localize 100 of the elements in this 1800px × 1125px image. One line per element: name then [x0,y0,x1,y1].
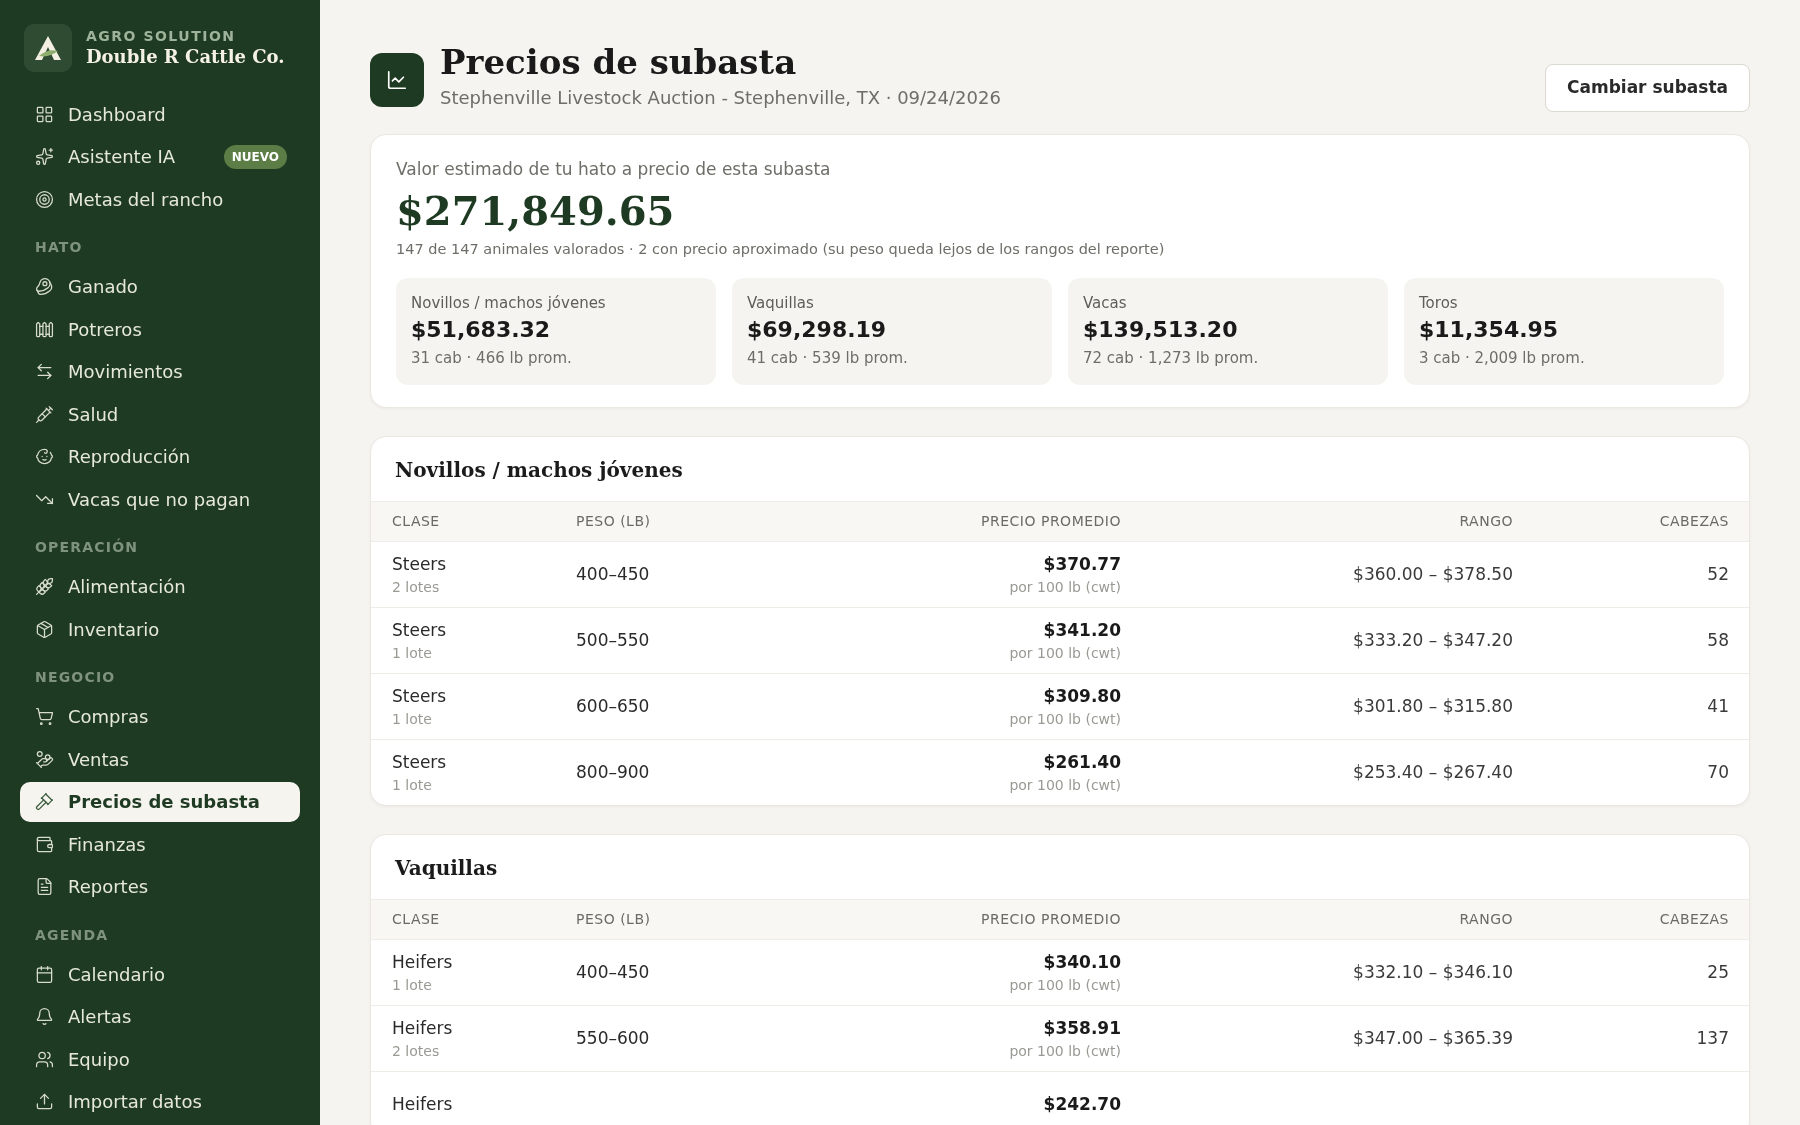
class-cell-text: Steers [392,684,448,708]
arrows-icon [35,362,54,381]
nav-item[interactable]: Importar datos [20,1081,300,1122]
meat-icon [35,277,54,296]
change-auction-button[interactable]: Cambiar subasta [1545,64,1750,112]
nav-item[interactable]: Movimientos [20,351,300,392]
weight-cell-text: 400–450 [576,961,651,984]
column-header: PESO (LB) [576,512,652,532]
category-value: $51,683.32 [411,315,552,344]
table-title: Novillos / machos jóvenes [394,457,684,485]
nav-item[interactable]: Alertas [20,996,300,1037]
unit-cell-text: por 100 lb (cwt) [1009,1042,1121,1061]
category-name: Toros [1419,293,1459,315]
hand-coins-icon [35,749,54,769]
category-name: Vaquillas [747,293,815,315]
nav-item[interactable]: Reproducción [20,436,300,477]
lots-cell-text: 1 lote [392,644,433,663]
lots-cell-text: 2 lotes [392,578,441,597]
weight-cell-text: 800–900 [576,761,651,784]
head-count-cell-text: 52 [1707,563,1729,586]
range-cell-text: $332.10 – $346.10 [1353,961,1513,984]
column-header: PESO (LB) [576,910,652,930]
class-cell-text: Steers [392,552,448,576]
nav-item[interactable]: Reportes [20,866,300,907]
wallet-icon [35,834,54,854]
gavel-icon [35,792,54,811]
price-cell-text: $309.80 [1043,684,1121,708]
category-value: $69,298.19 [747,315,888,344]
target-icon [35,189,54,209]
unit-cell-text: por 100 lb (cwt) [1009,578,1121,597]
nav-item[interactable]: Inventario [20,609,300,649]
head-count-cell-text: 58 [1707,629,1729,652]
nav-item[interactable]: Metas del rancho [20,179,300,219]
section-label: OPERACIÓN [34,537,140,557]
range-cell-text: $360.00 – $378.50 [1353,563,1513,586]
category-value: $139,513.20 [1083,315,1239,344]
nav-item[interactable]: Vacas que no pagan [20,479,300,519]
bell-icon [35,1007,54,1026]
category-detail: 41 cab · 539 lb prom. [747,347,909,369]
category-detail: 72 cab · 1,273 lb prom. [1083,347,1260,369]
nav-item[interactable]: Calendario [20,954,300,994]
summary-label: Valor estimado de tu hato a precio de esta subasta [396,158,832,181]
range-cell-text: $333.20 – $347.20 [1353,629,1513,652]
column-header: CABEZAS [1659,910,1729,930]
class-cell-text: Heifers [392,1093,454,1116]
price-cell-text: $370.77 [1043,552,1121,576]
column-header: PRECIO PROMEDIO [981,910,1121,930]
nav-item[interactable]: Compras [20,696,300,737]
class-cell-text: Heifers [392,1016,454,1040]
column-header: RANGO [1459,512,1513,532]
column-header: CLASE [392,512,441,532]
category-name: Novillos / machos jóvenes [411,293,607,315]
upload-icon [35,1092,54,1111]
category-detail: 31 cab · 466 lb prom. [411,347,573,369]
box-icon [35,619,54,639]
column-header: CABEZAS [1659,512,1729,532]
nav-item[interactable]: Alimentación [20,566,300,607]
face-icon [35,447,54,466]
unit-cell-text: por 100 lb (cwt) [1009,776,1121,795]
column-header: PRECIO PROMEDIO [981,512,1121,532]
lots-cell-text: 1 lote [392,776,433,795]
price-cell-text: $358.91 [1043,1016,1121,1040]
unit-cell-text: por 100 lb (cwt) [1009,976,1121,995]
section-label: HATO [34,238,84,257]
range-cell-text: $347.00 – $365.39 [1353,1027,1513,1050]
nav-item[interactable]: Finanzas [20,824,300,864]
section-label: NEGOCIO [34,668,117,687]
price-cell-text: $261.40 [1043,750,1121,774]
fence-icon [35,319,54,339]
head-count-cell-text: 25 [1707,961,1729,984]
new-badge: NUEVO [223,144,287,169]
weight-cell-text: 600–650 [576,695,651,718]
logo-icon [24,24,72,72]
unit-cell-text: por 100 lb (cwt) [1009,710,1121,729]
category-detail: 3 cab · 2,009 lb prom. [1419,347,1586,369]
users-icon [35,1049,54,1069]
lots-cell-text: 1 lote [392,710,433,729]
nav-item[interactable]: Asistente IA NUEVO [20,136,300,177]
grid-icon [35,104,54,124]
class-cell-text: Heifers [392,950,454,974]
brand-name: Double R Cattle Co. [86,45,285,69]
head-count-cell-text: 41 [1707,695,1729,718]
calendar-icon [35,964,54,984]
lots-cell-text: 1 lote [392,976,433,995]
nav-item[interactable]: Ganado [20,266,300,307]
document-icon [35,877,54,896]
nav-item[interactable]: Dashboard [20,94,300,134]
price-cell-text: $340.10 [1043,950,1121,974]
column-header: CLASE [392,910,441,930]
nav-item[interactable]: Potreros [20,309,300,349]
nav-item[interactable]: Salud [20,394,300,434]
nav-item[interactable]: Ventas [20,739,300,779]
summary-note: 147 de 147 animales valorados · 2 con precio aproximado (su peso queda lejos de los rangos del reporte) [396,239,1166,259]
unit-cell-text: por 100 lb (cwt) [1009,644,1121,663]
nav-item[interactable]: Precios de subasta [20,781,300,822]
nav-item[interactable]: Equipo [20,1039,300,1079]
class-cell-text: Steers [392,750,448,774]
category-name: Vacas [1083,293,1128,315]
page-subtitle: Stephenville Livestock Auction - Stephenville, TX · 09/24/2026 [440,86,1001,110]
weight-cell-text: 400–450 [576,563,651,586]
